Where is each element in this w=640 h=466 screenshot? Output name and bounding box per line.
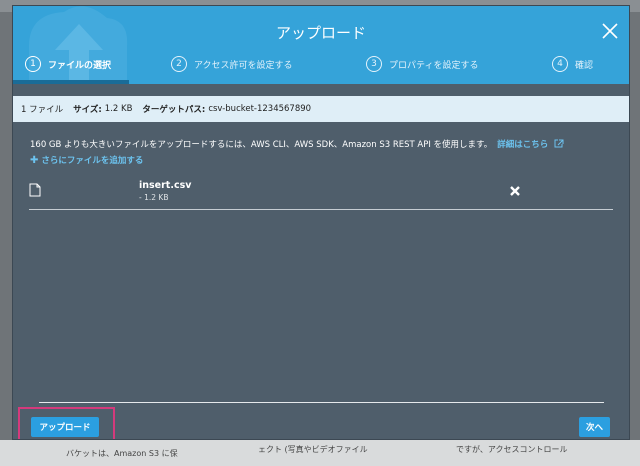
notice-text: 160 GB よりも大きいファイルをアップロードするには、AWS CLI、AWS… (30, 140, 493, 150)
step-label: アクセス許可を設定する (194, 60, 293, 71)
plus-icon: ✚ (30, 155, 39, 166)
background-text: バケットは、Amazon S3 に保 (66, 449, 178, 458)
step-number: 4 (552, 56, 568, 72)
step-select-files[interactable]: 1 ファイルの選択 (25, 56, 111, 72)
step-number: 2 (171, 56, 187, 72)
target-path-label: ターゲットパス: (142, 105, 206, 115)
step-review[interactable]: 4 確認 (552, 56, 593, 72)
footer-divider (39, 402, 604, 403)
size-notice: 160 GB よりも大きいファイルをアップロードするには、AWS CLI、AWS… (30, 138, 564, 150)
file-icon (29, 183, 41, 197)
learn-more-label: 詳細はこちら (497, 140, 549, 150)
learn-more-link[interactable]: 詳細はこちら (497, 139, 564, 150)
background-text: ですが、アクセスコントロール (456, 445, 568, 454)
upload-button[interactable]: アップロード (31, 417, 99, 437)
step-label: 確認 (575, 60, 594, 71)
background-text: ェクト (写真やビデオファイル (258, 445, 368, 454)
file-size: - 1.2 KB (139, 193, 169, 202)
add-more-files-button[interactable]: ✚ さらにファイルを追加する (30, 154, 143, 166)
modal-header: アップロード 1 ファイルの選択 2 アクセス許可を設定する 3 プロパティを設… (13, 6, 629, 84)
step-number: 3 (366, 56, 382, 72)
upload-modal: アップロード 1 ファイルの選択 2 アクセス許可を設定する 3 プロパティを設… (12, 5, 630, 440)
file-count: 1 ファイル (21, 105, 64, 115)
size-value: 1.2 KB (104, 104, 133, 114)
step-set-permissions[interactable]: 2 アクセス許可を設定する (171, 56, 293, 72)
file-name: insert.csv (139, 180, 192, 191)
active-step-indicator (13, 80, 129, 84)
next-button[interactable]: 次へ (579, 417, 610, 437)
close-icon[interactable] (601, 22, 619, 40)
upload-summary-bar: 1 ファイル サイズ: 1.2 KB ターゲットパス: csv-bucket-1… (13, 96, 629, 122)
target-path-value: csv-bucket-1234567890 (208, 104, 312, 114)
modal-title: アップロード (275, 24, 366, 42)
size-label: サイズ: (73, 105, 102, 115)
remove-file-icon[interactable] (509, 185, 521, 197)
step-set-properties[interactable]: 3 プロパティを設定する (366, 56, 478, 72)
wizard-steps: 1 ファイルの選択 2 アクセス許可を設定する 3 プロパティを設定する 4 確… (13, 56, 629, 76)
add-more-label: さらにファイルを追加する (41, 156, 144, 166)
step-label: ファイルの選択 (48, 60, 112, 71)
file-row: insert.csv - 1.2 KB (29, 176, 613, 210)
step-label: プロパティを設定する (389, 60, 479, 71)
external-link-icon (554, 139, 564, 148)
step-number: 1 (25, 56, 41, 72)
